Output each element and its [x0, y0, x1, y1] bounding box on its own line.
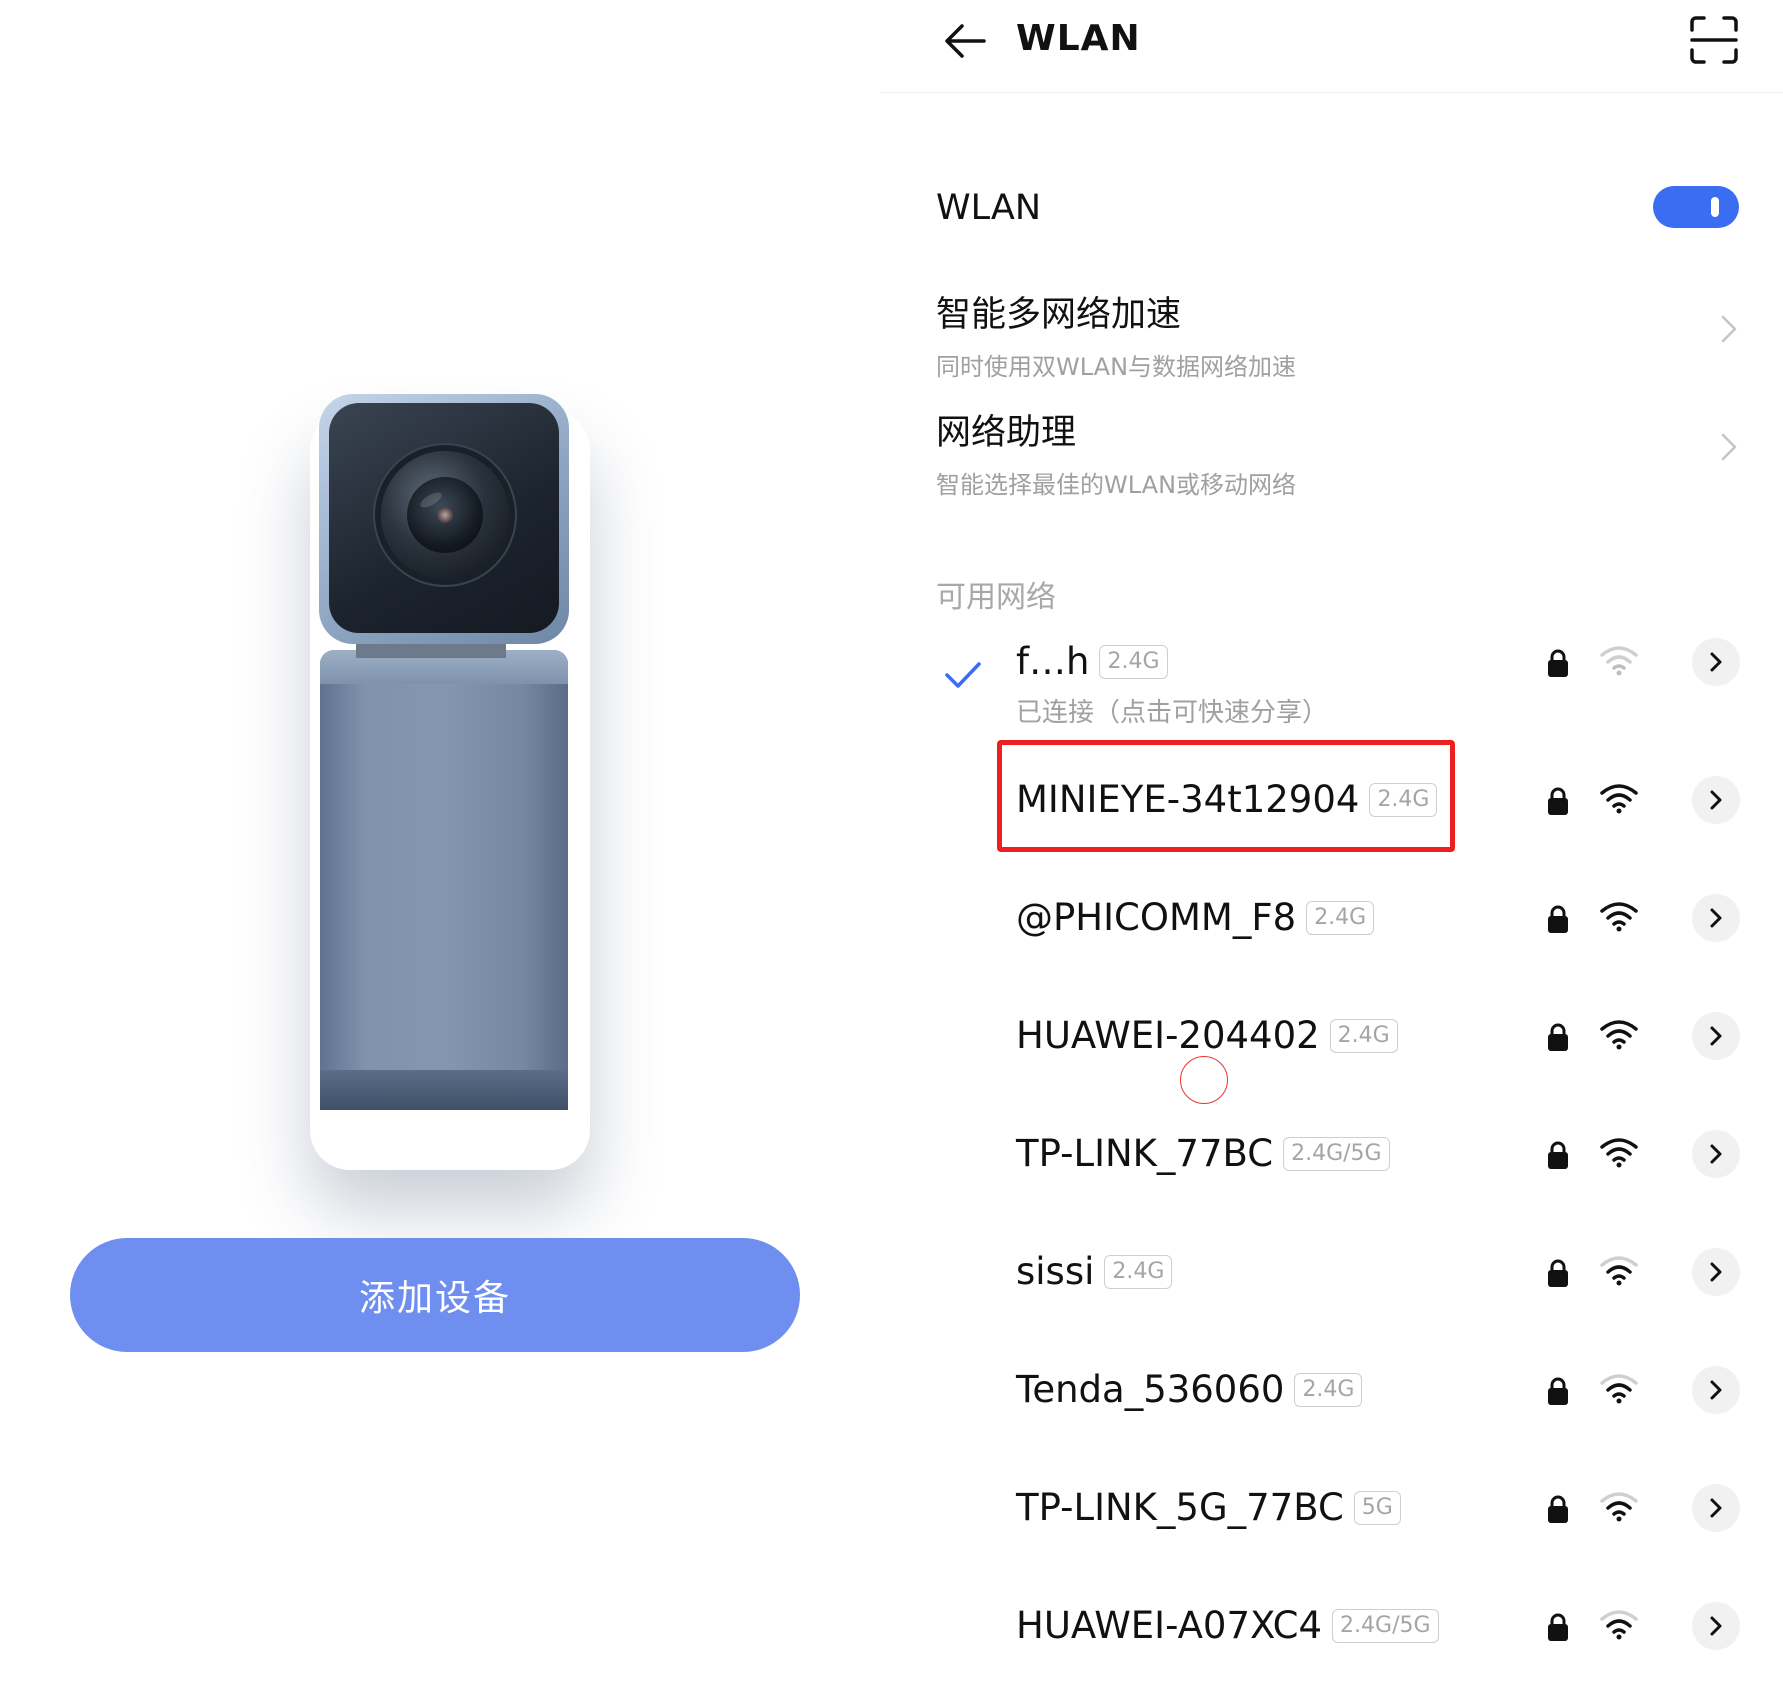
band-badge: 2.4G [1099, 644, 1168, 679]
wifi-signal-icon [1600, 1018, 1638, 1050]
network-name: HUAWEI-204402 2.4G [1016, 1014, 1398, 1057]
band-badge: 2.4G/5G [1283, 1136, 1390, 1171]
band-badge: 2.4G [1294, 1372, 1363, 1407]
setting-subtitle: 同时使用双WLAN与数据网络加速 [936, 353, 1297, 381]
network-details-button[interactable] [1692, 776, 1740, 824]
lock-icon [1546, 1258, 1570, 1288]
band-badge: 2.4G [1104, 1254, 1173, 1289]
network-details-button[interactable] [1692, 1012, 1740, 1060]
lock-icon [1546, 1022, 1570, 1052]
network-details-button[interactable] [1692, 1248, 1740, 1296]
network-ssid: MINIEYE-34t12904 [1016, 778, 1360, 821]
device-panel: 添加设备 [0, 0, 880, 1683]
setting-title: 网络助理 [936, 413, 1077, 453]
band-badge: 2.4G/5G [1332, 1608, 1439, 1643]
network-name: f…h 2.4G [1016, 640, 1168, 683]
network-details-button[interactable] [1692, 1602, 1740, 1650]
network-row[interactable]: Tenda_536060 2.4G [880, 1342, 1783, 1442]
lock-icon [1546, 1612, 1570, 1642]
network-ssid: f…h [1016, 640, 1090, 683]
network-name: sissi 2.4G [1016, 1250, 1173, 1293]
wifi-signal-icon [1600, 1490, 1638, 1522]
band-badge: 5G [1353, 1490, 1401, 1525]
network-details-button[interactable] [1692, 894, 1740, 942]
wlan-toggle[interactable] [1653, 186, 1739, 228]
network-name: Tenda_536060 2.4G [1016, 1368, 1363, 1411]
network-ssid: @PHICOMM_F8 [1016, 896, 1297, 939]
network-details-button[interactable] [1692, 638, 1740, 686]
network-name: TP-LINK_77BC 2.4G/5G [1016, 1132, 1390, 1175]
wifi-signal-icon [1600, 1608, 1638, 1640]
setting-network-assistant[interactable]: 网络助理 智能选择最佳的WLAN或移动网络 [936, 404, 1737, 500]
top-bar: WLAN [880, 0, 1783, 93]
network-name: HUAWEI-A07XC4 2.4G/5G [1016, 1604, 1439, 1647]
back-arrow-icon[interactable] [940, 18, 990, 64]
network-row[interactable]: MINIEYE-34t12904 2.4G [880, 752, 1783, 852]
lock-icon [1546, 1140, 1570, 1170]
network-row[interactable]: TP-LINK_77BC 2.4G/5G [880, 1106, 1783, 1206]
network-row[interactable]: TP-LINK_5G_77BC 5G [880, 1460, 1783, 1560]
network-row[interactable]: HUAWEI-204402 2.4G [880, 988, 1783, 1088]
network-row[interactable]: HUAWEI-A07XC4 2.4G/5G [880, 1578, 1783, 1678]
band-badge: 2.4G [1329, 1018, 1398, 1053]
network-ssid: HUAWEI-A07XC4 [1016, 1604, 1323, 1647]
chevron-right-icon [1721, 315, 1737, 343]
lock-icon [1546, 648, 1570, 678]
network-name: MINIEYE-34t12904 2.4G [1016, 778, 1438, 821]
page-title: WLAN [1016, 18, 1141, 59]
network-name: TP-LINK_5G_77BC 5G [1016, 1486, 1401, 1529]
lock-icon [1546, 1376, 1570, 1406]
touch-indicator [1180, 1056, 1228, 1104]
camera-illustration [300, 380, 600, 1140]
setting-subtitle: 智能选择最佳的WLAN或移动网络 [936, 471, 1297, 499]
available-networks-heading: 可用网络 [936, 580, 1056, 615]
camera-lens [381, 451, 509, 579]
scan-qr-icon[interactable] [1688, 14, 1740, 66]
lock-icon [1546, 904, 1570, 934]
network-ssid: HUAWEI-204402 [1016, 1014, 1320, 1057]
wifi-signal-icon [1600, 900, 1638, 932]
network-details-button[interactable] [1692, 1484, 1740, 1532]
setting-title: 智能多网络加速 [936, 295, 1182, 335]
camera-head [319, 394, 569, 644]
wlan-settings-panel: WLAN WLAN 智能多网络加速 同时使用双WLAN与数据网络加速 网络助理 … [880, 0, 1783, 1683]
camera-body [320, 650, 568, 1110]
chevron-right-icon [1721, 433, 1737, 461]
network-ssid: sissi [1016, 1250, 1095, 1293]
wifi-signal-icon [1600, 1136, 1638, 1168]
connection-status: 已连接（点击可快速分享） [1016, 698, 1329, 728]
lock-icon [1546, 1494, 1570, 1524]
wifi-signal-icon [1600, 1254, 1638, 1286]
check-icon [944, 660, 982, 690]
band-badge: 2.4G [1369, 782, 1438, 817]
wlan-toggle-label: WLAN [936, 188, 1042, 228]
network-row[interactable]: f…h 2.4G 已连接（点击可快速分享） [880, 638, 1783, 740]
setting-smart-acceleration[interactable]: 智能多网络加速 同时使用双WLAN与数据网络加速 [936, 286, 1737, 382]
add-device-button[interactable]: 添加设备 [70, 1238, 800, 1352]
network-row[interactable]: sissi 2.4G [880, 1224, 1783, 1324]
network-ssid: Tenda_536060 [1016, 1368, 1285, 1411]
band-badge: 2.4G [1306, 900, 1375, 935]
wifi-signal-icon [1600, 1372, 1638, 1404]
network-ssid: TP-LINK_77BC [1016, 1132, 1274, 1175]
network-details-button[interactable] [1692, 1130, 1740, 1178]
network-name: @PHICOMM_F8 2.4G [1016, 896, 1375, 939]
lock-icon [1546, 786, 1570, 816]
wifi-signal-icon [1600, 644, 1638, 676]
network-row[interactable]: @PHICOMM_F8 2.4G [880, 870, 1783, 970]
wifi-signal-icon [1600, 782, 1638, 814]
network-details-button[interactable] [1692, 1366, 1740, 1414]
network-ssid: TP-LINK_5G_77BC [1016, 1486, 1344, 1529]
